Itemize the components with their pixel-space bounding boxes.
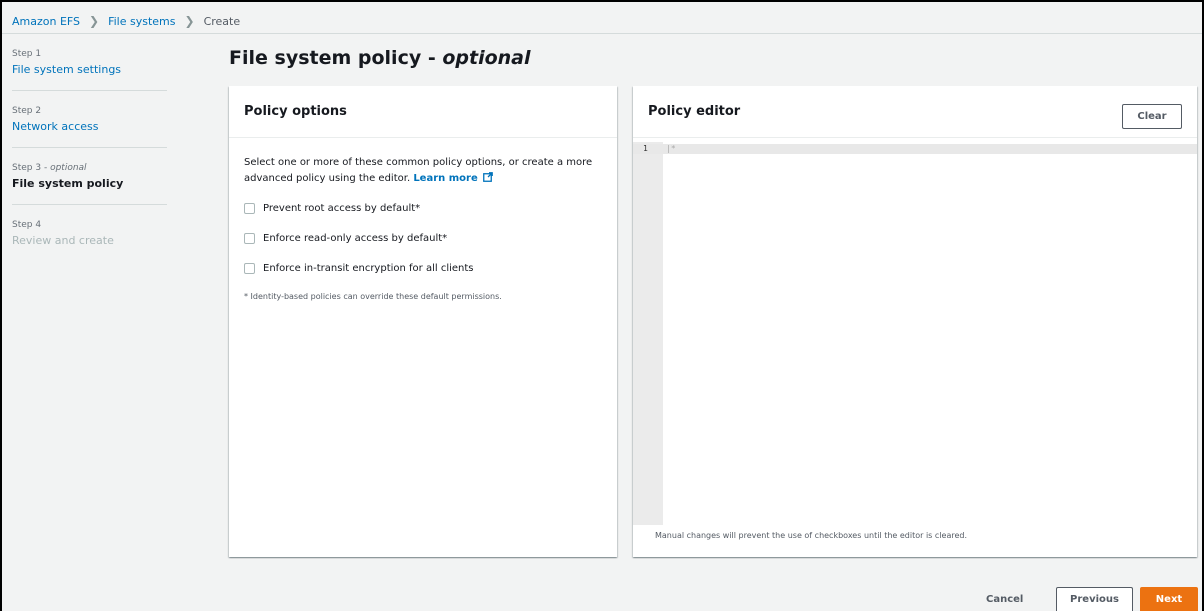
- checkbox[interactable]: [244, 262, 255, 274]
- wizard-step-2: Step 2 Network access: [12, 105, 167, 148]
- wizard-step-1: Step 1 File system settings: [12, 48, 167, 91]
- panel-title: Policy editor: [648, 104, 741, 119]
- previous-button[interactable]: Previous: [1056, 587, 1133, 611]
- checkbox[interactable]: [244, 202, 255, 214]
- breadcrumb-current: Create: [203, 14, 241, 28]
- step-number: Step 3 - optional: [12, 163, 87, 173]
- editor-active-line: [633, 144, 1197, 154]
- step-link-file-system-settings[interactable]: File system settings: [12, 62, 167, 78]
- policy-options-list: Prevent root access by default* Enforce …: [229, 187, 617, 276]
- code-editor[interactable]: 1 |*: [633, 142, 1197, 525]
- panel-title: Policy options: [244, 104, 347, 119]
- editor-gutter: [633, 142, 663, 525]
- panel-header: Policy options: [229, 86, 617, 138]
- page-title-text: File system policy: [229, 47, 422, 69]
- page-title-optional: optional: [442, 47, 531, 69]
- wizard-steps: Step 1 File system settings Step 2 Netwo…: [12, 48, 167, 275]
- wizard-step-3: Step 3 - optional File system policy: [12, 162, 167, 205]
- step-number-text: Step 3: [12, 163, 42, 173]
- option-enforce-in-transit-encryption[interactable]: Enforce in-transit encryption for all cl…: [244, 260, 602, 276]
- line-number: 1: [643, 144, 648, 153]
- option-label: Prevent root access by default*: [263, 202, 421, 214]
- step-current-file-system-policy: File system policy: [12, 177, 124, 190]
- learn-more-label: Learn more: [413, 173, 478, 184]
- option-label: Enforce in-transit encryption for all cl…: [263, 262, 474, 274]
- external-link-icon: [483, 172, 494, 182]
- breadcrumb-file-systems[interactable]: File systems: [108, 15, 175, 28]
- option-label: Enforce read-only access by default*: [263, 232, 448, 244]
- breadcrumb: Amazon EFS ❯ File systems ❯ Create: [12, 12, 240, 30]
- page-title: File system policy - optional: [229, 47, 531, 69]
- policy-editor-panel: Policy editor Clear 1 |* Manual changes …: [633, 86, 1197, 557]
- step-optional-label: optional: [50, 163, 87, 173]
- option-enforce-read-only[interactable]: Enforce read-only access by default*: [244, 230, 602, 246]
- breadcrumb-amazon-efs[interactable]: Amazon EFS: [12, 15, 80, 28]
- policy-options-description: Select one or more of these common polic…: [229, 138, 617, 187]
- option-prevent-root-access[interactable]: Prevent root access by default*: [244, 200, 602, 216]
- next-button[interactable]: Next: [1140, 587, 1198, 611]
- step-number: Step 1: [12, 49, 42, 59]
- step-number: Step 2: [12, 106, 42, 116]
- checkbox[interactable]: [244, 232, 255, 244]
- panel-header: Policy editor Clear: [633, 86, 1197, 138]
- step-number: Step 4: [12, 220, 42, 230]
- header-divider: [2, 33, 1202, 34]
- chevron-right-icon: ❯: [184, 14, 195, 28]
- step-review-and-create: Review and create: [12, 234, 114, 247]
- chevron-right-icon: ❯: [89, 14, 100, 28]
- learn-more-link[interactable]: Learn more: [413, 172, 494, 184]
- clear-button[interactable]: Clear: [1122, 104, 1182, 129]
- cancel-button[interactable]: Cancel: [986, 590, 1023, 608]
- policy-options-panel: Policy options Select one or more of the…: [229, 86, 617, 557]
- step-link-network-access[interactable]: Network access: [12, 119, 167, 135]
- policy-footnote: * Identity-based policies can override t…: [244, 292, 502, 301]
- editor-content: |*: [666, 144, 676, 153]
- editor-note: Manual changes will prevent the use of c…: [655, 531, 967, 540]
- wizard-step-4: Step 4 Review and create: [12, 219, 167, 261]
